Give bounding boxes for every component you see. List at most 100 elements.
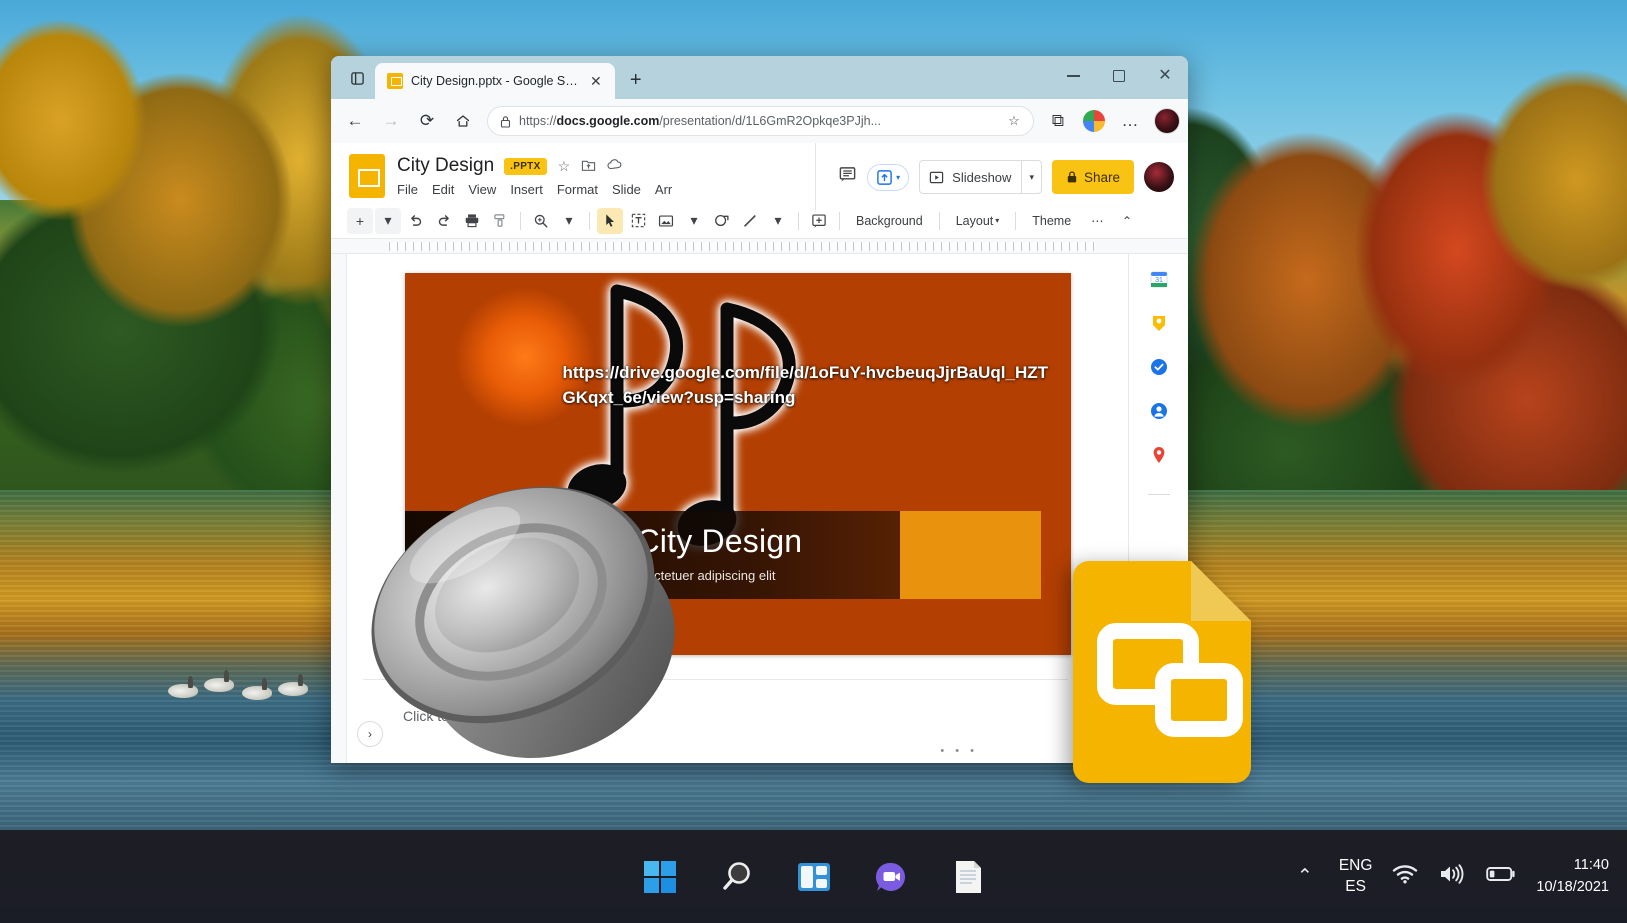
battery-icon: [1486, 867, 1516, 881]
cursor-icon: [606, 214, 614, 227]
slide-resize-handle[interactable]: • • •: [940, 745, 978, 757]
paint-format-button[interactable]: [487, 208, 513, 234]
star-icon[interactable]: ☆: [558, 158, 571, 175]
task-view-icon: [797, 862, 830, 891]
home-button[interactable]: [447, 105, 479, 137]
task-view-button[interactable]: [792, 855, 836, 899]
google-maps-icon[interactable]: [1148, 444, 1170, 466]
slideshow-caret-icon[interactable]: ▾: [1021, 161, 1041, 193]
cloud-saved-icon[interactable]: [607, 158, 623, 174]
add-comment-button[interactable]: [806, 208, 832, 234]
google-contacts-icon[interactable]: [1148, 400, 1170, 422]
line-tool-button[interactable]: [737, 208, 763, 234]
chevron-down-icon: ▾: [995, 216, 1000, 225]
back-button[interactable]: ←: [339, 105, 371, 137]
zoom-caret-icon[interactable]: ▾: [556, 208, 582, 234]
notes-app-button[interactable]: [946, 855, 990, 899]
collections-button[interactable]: ⧉: [1042, 105, 1074, 137]
undo-button[interactable]: [403, 208, 429, 234]
menu-slide[interactable]: Slide: [612, 182, 641, 197]
search-button[interactable]: [715, 855, 759, 899]
new-tab-button[interactable]: +: [621, 65, 651, 95]
line-caret-icon[interactable]: ▾: [765, 208, 791, 234]
lock-icon: [1067, 171, 1077, 183]
layout-button[interactable]: Layout ▾: [947, 214, 1009, 228]
shape-icon: [714, 214, 729, 226]
redo-button[interactable]: [431, 208, 457, 234]
expand-filmstrip-button[interactable]: ›: [357, 721, 383, 747]
collapse-toolbar-button[interactable]: ⌃: [1122, 214, 1132, 228]
add-comment-icon: [812, 213, 826, 228]
slide-subtitle-text[interactable]: or sit amet, consectetuer adipiscing eli…: [552, 568, 776, 583]
slides-header: City Design .PPTX ☆ File Edit View Inser…: [331, 143, 1188, 211]
menu-insert[interactable]: Insert: [510, 182, 543, 197]
more-options-button[interactable]: ⋯: [1082, 213, 1113, 228]
textbox-icon: [631, 213, 645, 228]
tray-expand-button[interactable]: ⌃: [1291, 865, 1319, 888]
favorite-icon[interactable]: ☆: [1003, 113, 1025, 129]
chat-button[interactable]: [869, 855, 913, 899]
play-slideshow-icon: [929, 171, 944, 183]
google-keep-icon[interactable]: [1148, 312, 1170, 334]
google-slides-logo-icon[interactable]: [349, 154, 385, 198]
menu-file[interactable]: File: [397, 182, 418, 197]
start-button[interactable]: [638, 855, 682, 899]
move-to-folder-icon[interactable]: [581, 158, 596, 175]
new-slide-caret-icon[interactable]: ▾: [375, 207, 401, 234]
slide-title-text[interactable]: City Design: [637, 523, 803, 560]
menu-view[interactable]: View: [468, 182, 496, 197]
document-title[interactable]: City Design: [397, 155, 494, 177]
image-caret-icon[interactable]: ▾: [681, 208, 707, 234]
slide-url-text[interactable]: https://drive.google.com/file/d/1oFuY-hv…: [563, 361, 1053, 411]
battery-button[interactable]: [1486, 865, 1516, 888]
slideshow-label: Slideshow: [952, 169, 1012, 185]
menu-arrange[interactable]: Arr: [655, 182, 672, 197]
reload-button[interactable]: ⟳: [411, 105, 443, 137]
tab-search-button[interactable]: [339, 60, 375, 96]
browser-settings-button[interactable]: …: [1114, 105, 1146, 137]
slideshow-button[interactable]: Slideshow ▾: [919, 160, 1042, 194]
google-tasks-icon[interactable]: [1148, 356, 1170, 378]
volume-button[interactable]: [1438, 863, 1466, 890]
wifi-icon: [1393, 865, 1418, 884]
comment-icon[interactable]: [838, 165, 857, 189]
maximize-button[interactable]: [1096, 56, 1142, 96]
browser-tab[interactable]: City Design.pptx - Google Slides ✕: [375, 63, 615, 99]
zoom-button[interactable]: [528, 208, 554, 234]
new-slide-button[interactable]: +: [347, 207, 373, 234]
image-tool-button[interactable]: [653, 208, 679, 234]
extensions-icon: [1083, 110, 1105, 132]
shape-tool-button[interactable]: [709, 208, 735, 234]
present-to-meeting-button[interactable]: ▾: [867, 163, 910, 191]
present-to-meeting-icon: [877, 169, 892, 185]
minimize-button[interactable]: [1050, 56, 1096, 96]
chevron-down-icon: ▾: [896, 172, 901, 182]
google-calendar-icon[interactable]: 31: [1148, 268, 1170, 290]
slide-filmstrip[interactable]: [331, 254, 347, 763]
share-button[interactable]: Share: [1051, 160, 1134, 194]
menu-format[interactable]: Format: [557, 182, 598, 197]
url-bar[interactable]: https://docs.google.com/presentation/d/1…: [487, 106, 1034, 136]
side-panel-divider: [1147, 494, 1170, 495]
zoom-icon: [534, 214, 548, 227]
current-slide[interactable]: https://drive.google.com/file/d/1oFuY-hv…: [404, 273, 1071, 655]
close-window-button[interactable]: ✕: [1142, 56, 1188, 96]
menu-edit[interactable]: Edit: [432, 182, 454, 197]
language-indicator[interactable]: ENG ES: [1339, 856, 1373, 898]
extensions-button[interactable]: [1078, 105, 1110, 137]
theme-button[interactable]: Theme: [1023, 214, 1080, 228]
avatar[interactable]: [1144, 162, 1174, 192]
background-button[interactable]: Background: [847, 214, 932, 228]
textbox-tool-button[interactable]: [625, 208, 651, 234]
browser-profile-avatar[interactable]: [1154, 108, 1180, 134]
close-icon[interactable]: ✕: [587, 72, 605, 90]
clock[interactable]: 11:40 10/18/2021: [1536, 855, 1609, 897]
minimize-icon: [1066, 75, 1080, 77]
paint-format-icon: [493, 214, 504, 227]
forward-button[interactable]: →: [375, 105, 407, 137]
print-button[interactable]: [459, 208, 485, 234]
select-tool-button[interactable]: [597, 207, 623, 234]
wifi-button[interactable]: [1392, 863, 1418, 890]
slides-header-actions: ▾ Slideshow ▾ Share: [815, 143, 1188, 211]
slide-canvas-area[interactable]: https://drive.google.com/file/d/1oFuY-hv…: [347, 254, 1128, 763]
